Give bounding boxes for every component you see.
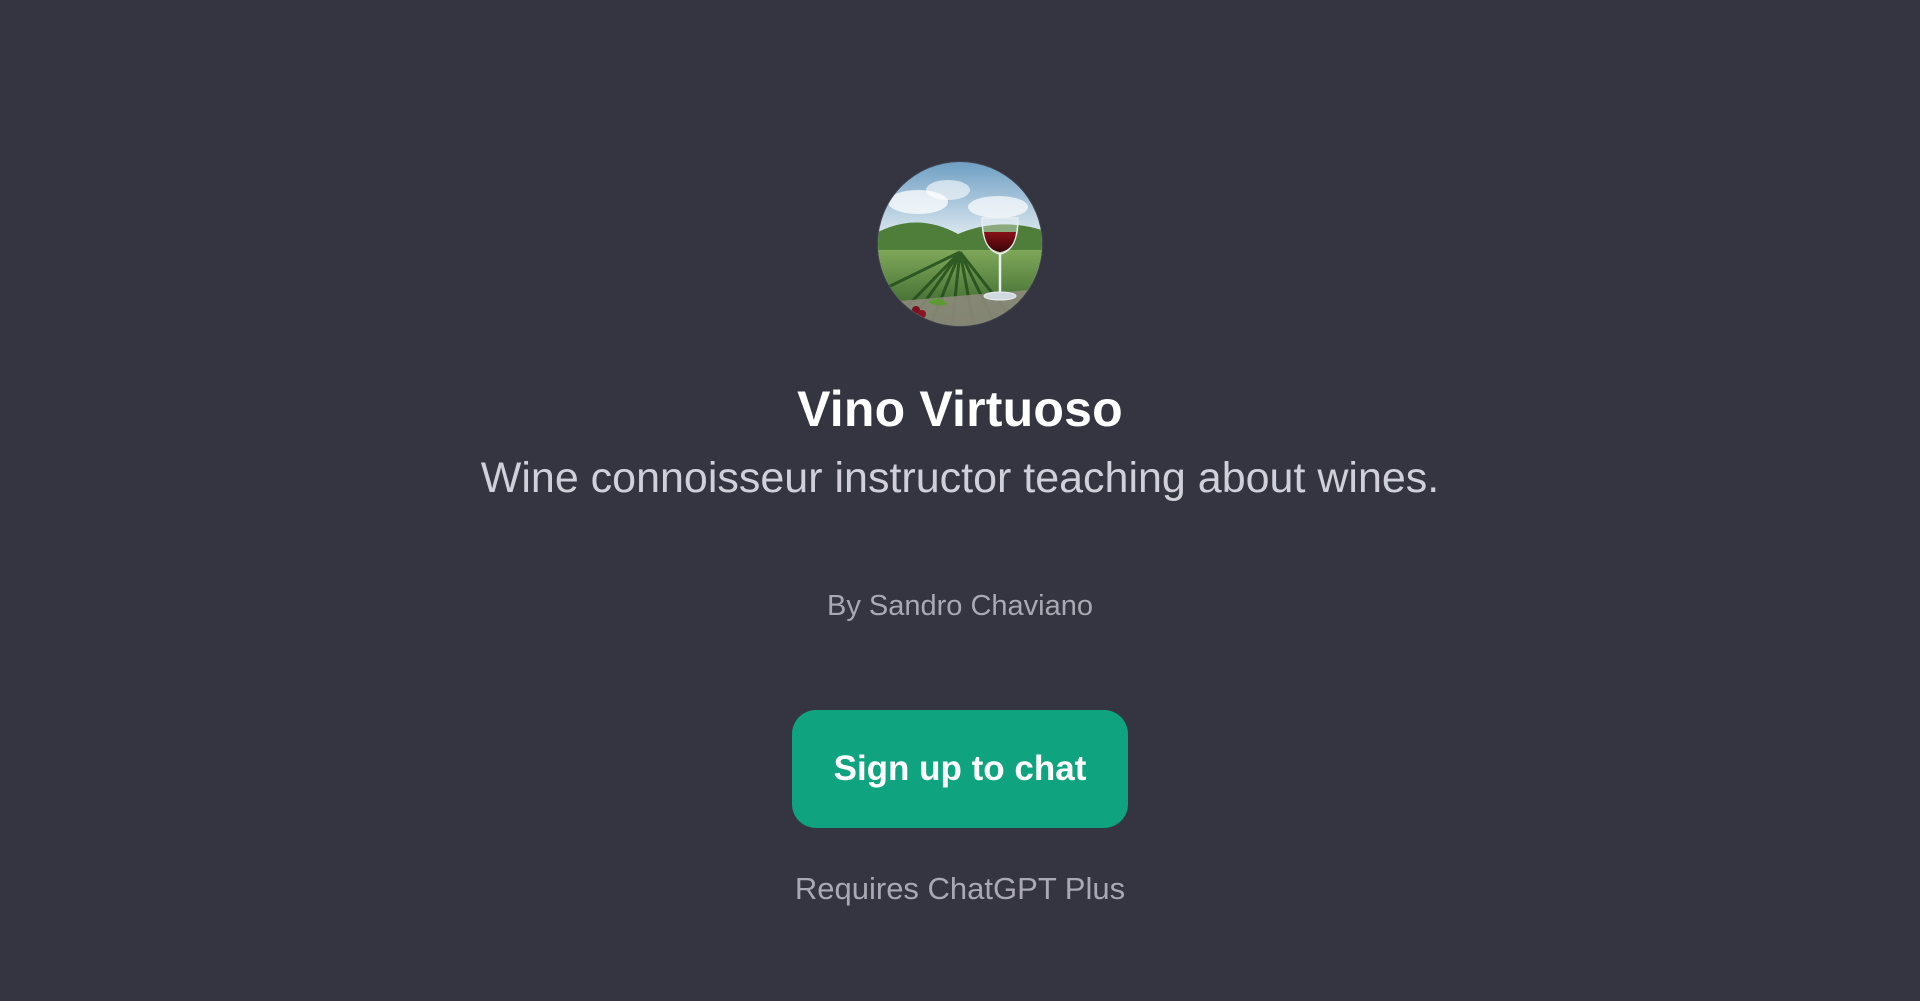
gpt-landing-page: Vino Virtuoso Wine connoisseur instructo… xyxy=(0,0,1920,1001)
vineyard-wine-glass-icon xyxy=(878,162,1042,326)
gpt-title: Vino Virtuoso xyxy=(797,381,1123,437)
plan-requirement-note: Requires ChatGPT Plus xyxy=(794,871,1126,906)
gpt-description: Wine connoisseur instructor teaching abo… xyxy=(480,454,1440,502)
gpt-avatar xyxy=(878,162,1042,326)
sign-up-to-chat-button[interactable]: Sign up to chat xyxy=(792,710,1128,828)
gpt-author: By Sandro Chaviano xyxy=(827,590,1093,622)
